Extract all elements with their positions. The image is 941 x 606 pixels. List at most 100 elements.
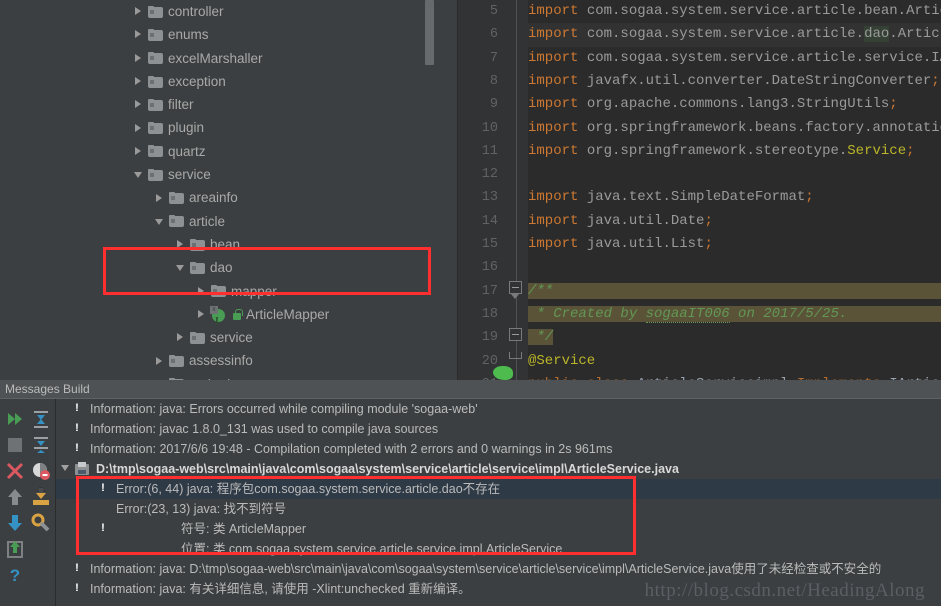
tree-item-service-sub[interactable]: service [0,326,458,349]
tree-item-article[interactable]: article [0,210,458,233]
chevron-right-icon[interactable] [155,193,164,203]
tree-item-areainfo[interactable]: areainfo [0,186,458,209]
chevron-down-icon[interactable] [61,465,69,471]
collapse-all-icon[interactable] [30,434,52,456]
chevron-right-icon[interactable] [197,286,206,296]
lock-icon [232,308,243,321]
message-row-info[interactable]: Information: java: D:\tmp\sogaa-web\src\… [56,559,941,579]
chevron-right-icon[interactable] [134,53,143,63]
tree-item-excelmarshaller[interactable]: excelMarshaller [0,47,458,70]
code-line: import com.sogaa.system.service.article.… [528,49,941,66]
svg-text:?: ? [10,566,20,585]
message-row-error-detail[interactable]: Error:(23, 13) java: 找不到符号 [56,499,941,519]
message-text: Error:(23, 13) java: 找不到符号 [116,502,287,516]
folder-icon [148,122,163,135]
chevron-right-icon[interactable] [176,333,185,342]
code-text-area[interactable]: import com.sogaa.system.service.article.… [528,0,941,380]
folder-icon [148,168,163,181]
message-row-location[interactable]: 位置: 类 com.sogaa.system.service.article.s… [56,539,941,559]
folder-icon [190,261,205,274]
tree-item-service[interactable]: service [0,163,458,186]
line-number: 14 [481,213,498,229]
message-row-file[interactable]: D:\tmp\sogaa-web\src\main\java\com\sogaa… [56,459,941,479]
line-number: 8 [489,73,498,89]
tree-item-label: service [210,330,253,346]
code-line: import org.springframework.stereotype.Se… [528,142,915,159]
messages-titlebar[interactable]: Messages Build [0,380,941,399]
filter-warnings-icon[interactable] [30,460,52,482]
autoscroll-icon[interactable] [30,486,52,508]
info-icon [70,402,84,416]
chevron-down-icon[interactable] [134,170,143,179]
message-row-info[interactable]: Information: 2017/6/6 19:48 - Compilatio… [56,439,941,459]
tree-item-dao[interactable]: dao [0,256,458,279]
tree-item-label: mapper [231,283,277,299]
tree-item-quartz[interactable]: quartz [0,140,458,163]
chevron-right-icon[interactable] [134,30,143,39]
close-icon[interactable] [4,460,26,482]
messages-toolbar[interactable]: ? [0,399,55,606]
tree-item-exception[interactable]: exception [0,70,458,93]
tree-item-bean[interactable]: bean [0,233,458,256]
folder-icon [148,145,163,158]
build-messages-list[interactable]: Information: java: Errors occurred while… [56,399,941,606]
expand-all-icon[interactable] [30,408,52,430]
help-icon[interactable]: ? [4,564,26,586]
stop-icon[interactable] [4,434,26,456]
tree-item-label: areainfo [189,190,238,206]
message-row-error[interactable]: Error:(6, 44) java: 程序包com.sogaa.system.… [56,479,941,499]
chevron-down-icon[interactable] [155,217,164,226]
line-number: 10 [481,120,498,136]
code-line: import org.apache.commons.lang3.StringUt… [528,96,898,113]
tree-item-assessinfo[interactable]: assessinfo [0,349,458,372]
tree-scrollbar-thumb[interactable] [425,0,434,65]
line-number: 15 [481,237,498,252]
tree-item-mapper[interactable]: mapper [0,280,458,303]
chevron-right-icon[interactable] [134,7,143,16]
project-tree-pane[interactable]: controller enums excelMarshaller excepti… [0,0,458,380]
export-icon[interactable] [4,538,26,560]
tree-item-articlemapper[interactable]: Ix ArticleMapper [0,303,458,327]
chevron-right-icon[interactable] [155,356,164,366]
code-line: import com.sogaa.system.service.article.… [528,23,941,47]
tree-item-label: quartz [168,143,206,159]
code-line: @Service [528,352,596,369]
indent-guide [516,0,517,380]
message-row-symbol[interactable]: 符号: 类 ArticleMapper [56,519,941,539]
chevron-right-icon[interactable] [134,100,143,109]
folder-icon [211,285,226,298]
code-line: import javafx.util.converter.DateStringC… [528,72,940,89]
info-icon [70,442,84,456]
tree-scrollbar-track[interactable] [425,0,446,380]
line-number: 17 [481,283,498,299]
tree-item-authority[interactable]: authority [0,373,458,380]
chevron-right-icon[interactable] [134,77,143,86]
chevron-right-icon[interactable] [134,146,143,156]
chevron-right-icon[interactable] [176,240,185,249]
breakpoint-indicator-icon [493,366,513,380]
line-number: 13 [481,190,498,206]
tree-item-label: plugin [168,120,205,136]
editor-pane[interactable]: 5 6 7 8 9 10 11 12 13 14 15 16 17 18 19 … [458,0,941,380]
message-row-info[interactable]: Information: java: Errors occurred while… [56,399,941,419]
tree-item-controller[interactable]: controller [0,0,458,23]
tree-item-plugin[interactable]: plugin [0,116,458,139]
tree-item-label: dao [210,260,233,276]
tree-item-label: bean [210,236,241,252]
folder-icon [148,5,163,18]
up-arrow-icon[interactable] [4,486,26,508]
line-number: 7 [489,50,498,66]
rerun-icon[interactable] [4,408,26,430]
fold-marker-imports[interactable] [509,328,522,341]
code-line: /** [528,280,941,303]
message-row-info[interactable]: Information: javac 1.8.0_131 was used to… [56,419,941,439]
settings-icon[interactable] [30,512,52,534]
chevron-down-icon[interactable] [176,263,185,272]
down-arrow-icon[interactable] [4,512,26,534]
chevron-right-icon[interactable] [197,310,206,319]
fold-gutter[interactable] [506,0,528,380]
chevron-right-icon[interactable] [134,123,143,133]
tree-item-filter[interactable]: filter [0,93,458,116]
tree-item-enums[interactable]: enums [0,23,458,46]
fold-marker-comment[interactable] [509,281,522,294]
